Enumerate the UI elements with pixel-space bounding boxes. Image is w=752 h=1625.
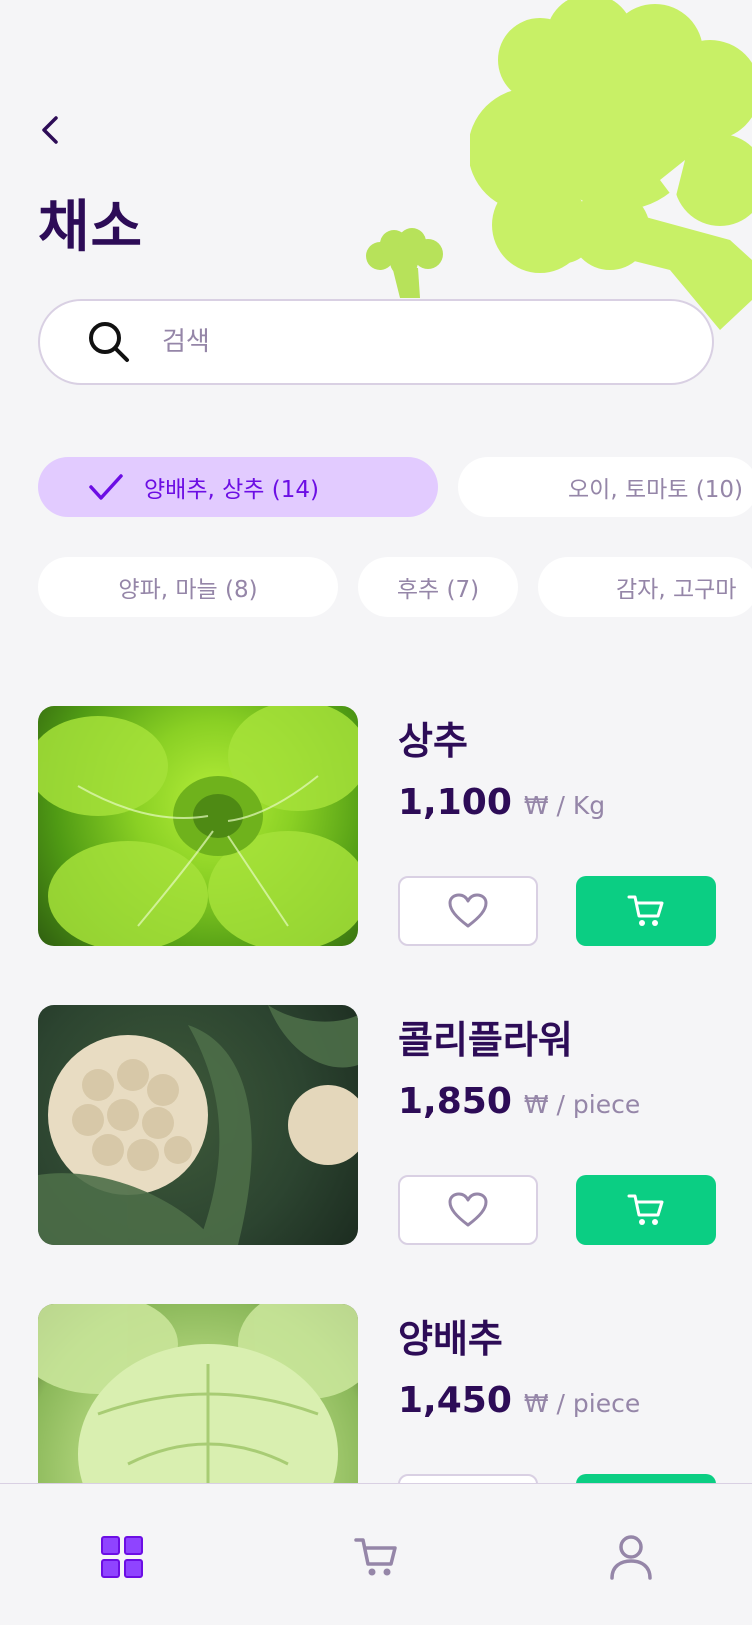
broccoli-decoration-small <box>366 228 443 298</box>
grid-icon <box>101 1536 143 1578</box>
product-name: 상추 <box>398 719 468 763</box>
page-title: 채소 <box>38 195 144 260</box>
filter-chip-label: 감자, 고구마 <box>616 577 737 603</box>
filter-chip-potato-sweet-potato[interactable]: 감자, 고구마 <box>538 557 752 617</box>
filter-chip-onion-garlic[interactable]: 양파, 마늘 (8) <box>38 557 338 617</box>
price-value: 1,100 <box>398 782 512 823</box>
filter-chip-label: 양배추, 상추 (14) <box>144 477 319 503</box>
cart-icon <box>627 1194 664 1225</box>
favorite-button[interactable] <box>398 1175 538 1245</box>
cart-icon <box>627 895 664 926</box>
filter-chip-label: 후추 (7) <box>396 577 480 603</box>
product-price: 1,850 ₩ / piece <box>398 1081 640 1122</box>
tab-cart[interactable] <box>351 1532 401 1582</box>
tab-profile[interactable] <box>606 1532 656 1582</box>
broccoli-decoration-large <box>470 0 752 330</box>
add-to-cart-button[interactable] <box>576 876 716 946</box>
product-price: 1,450 ₩ / piece <box>398 1380 640 1421</box>
cart-icon <box>354 1538 397 1576</box>
price-value: 1,450 <box>398 1380 512 1421</box>
back-button[interactable] <box>30 110 70 150</box>
price-value: 1,850 <box>398 1081 512 1122</box>
product-card[interactable]: 콜리플라워 1,850 ₩ / piece <box>38 1005 716 1245</box>
product-price: 1,100 ₩ / Kg <box>398 782 605 823</box>
heart-icon <box>448 1192 488 1227</box>
product-image-lettuce <box>38 706 358 946</box>
filter-chip-label: 양파, 마늘 (8) <box>118 577 258 603</box>
add-to-cart-button[interactable] <box>576 1175 716 1245</box>
filter-chip-pepper[interactable]: 후추 (7) <box>358 557 518 617</box>
product-name: 양배추 <box>398 1317 503 1361</box>
chevron-left-icon <box>42 116 58 144</box>
price-unit: ₩ / piece <box>523 1090 641 1119</box>
product-card[interactable]: 상추 1,100 ₩ / Kg <box>38 706 716 946</box>
product-name: 콜리플라워 <box>398 1018 573 1062</box>
price-unit: ₩ / piece <box>523 1389 641 1418</box>
favorite-button[interactable] <box>398 876 538 946</box>
check-icon <box>86 467 126 507</box>
filter-chip-cucumber-tomato[interactable]: 오이, 토마토 (10) <box>458 457 752 517</box>
tab-categories[interactable] <box>97 1532 147 1582</box>
price-unit: ₩ / Kg <box>523 791 606 820</box>
search-icon <box>86 319 132 365</box>
filter-chip-cabbage-lettuce[interactable]: 양배추, 상추 (14) <box>38 457 438 517</box>
filter-chip-label: 오이, 토마토 (10) <box>568 477 743 503</box>
profile-icon <box>610 1535 652 1580</box>
bottom-tab-bar <box>0 1483 752 1625</box>
heart-icon <box>448 893 488 928</box>
search-input[interactable] <box>160 326 644 358</box>
search-bar[interactable] <box>38 299 714 385</box>
product-image-cauliflower <box>38 1005 358 1245</box>
